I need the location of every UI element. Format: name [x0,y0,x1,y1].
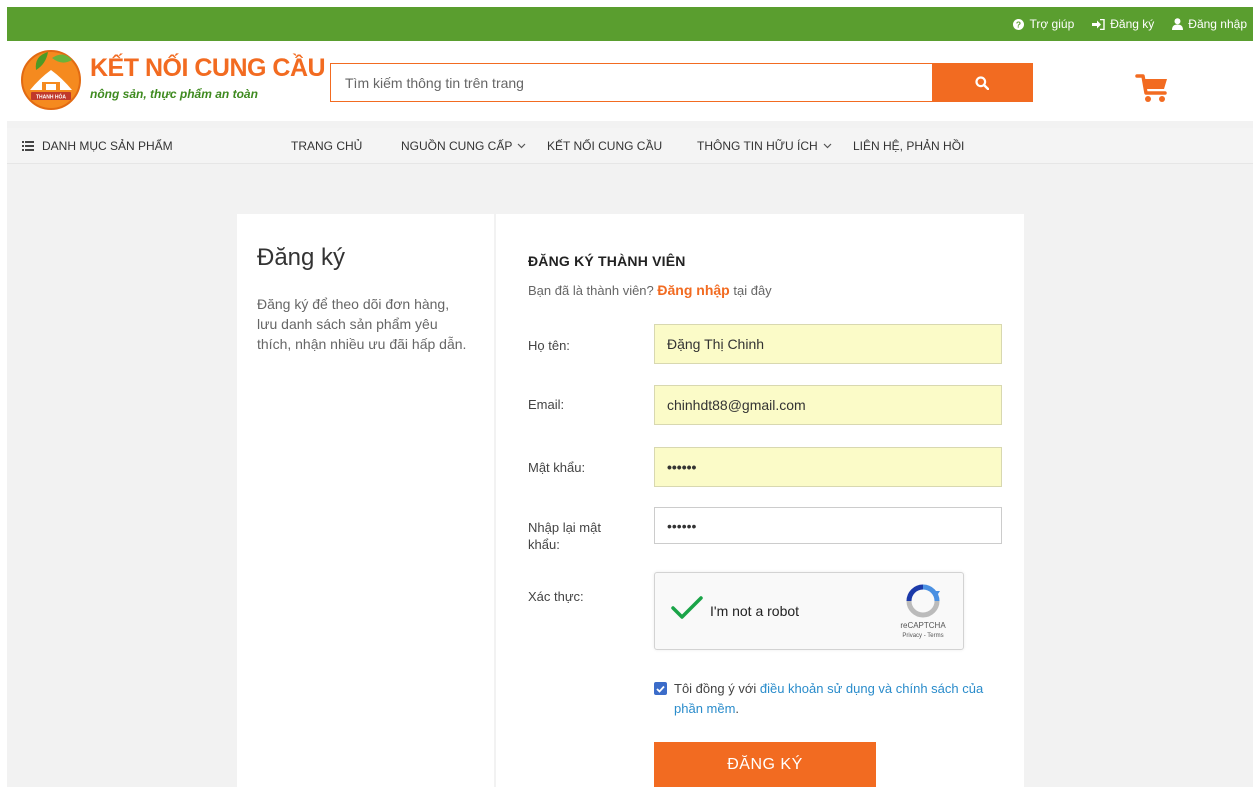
login-link[interactable]: Đăng nhập [1172,17,1247,31]
nav-item-home[interactable]: TRANG CHỦ [291,128,362,164]
recaptcha-logo-icon [906,584,940,618]
top-links: ? Trợ giúp Đăng ký Đăng nhập [1013,7,1247,41]
categories-menu[interactable]: DANH MỤC SẢN PHẨM [22,128,173,164]
check-icon [656,685,665,693]
intro-panel: Đăng ký Đăng ký để theo dõi đơn hàng, lư… [237,214,494,787]
svg-text:?: ? [1016,19,1021,29]
member-prompt: Bạn đã là thành viên? Đăng nhập tại đây [528,282,772,298]
recaptcha-text: I'm not a robot [710,603,800,619]
chevron-down-icon [517,143,526,149]
fullname-label: Họ tên: [528,338,570,353]
register-label: Đăng ký [1110,17,1155,31]
search-input[interactable] [331,64,933,101]
checkmark-icon [671,596,703,619]
search-button[interactable] [932,64,1032,101]
nav-item-label: THÔNG TIN HỮU ÍCH [697,139,818,153]
fullname-field[interactable]: Đặng Thị Chinh [654,324,1002,364]
sign-in-icon [1092,18,1105,30]
member-prompt-suffix: tại đây [733,283,772,298]
nav-item-info[interactable]: THÔNG TIN HỮU ÍCH [697,128,832,164]
main-nav: DANH MỤC SẢN PHẨM TRANG CHỦ NGUỒN CUNG C… [7,128,1253,164]
header: THANH HÓA KẾT NỐI CUNG CẦU nông sản, thự… [7,41,1253,121]
agree-prefix: Tôi đồng ý với [674,681,757,696]
register-submit-button[interactable]: ĐĂNG KÝ [654,742,876,787]
fullname-value: Đặng Thị Chinh [667,336,765,352]
login-here-link[interactable]: Đăng nhập [657,282,729,298]
top-bar: ? Trợ giúp Đăng ký Đăng nhập [7,7,1253,41]
agree-checkbox[interactable] [654,682,667,695]
confirm-password-field[interactable]: •••••• [654,507,1002,544]
verify-label: Xác thực: [528,589,584,604]
form-title: ĐĂNG KÝ THÀNH VIÊN [528,253,686,269]
confirm-password-label: Nhập lại mật khẩu: [528,520,601,552]
nav-item-label: KẾT NỐI CUNG CẦU [547,139,663,153]
password-value: •••••• [667,459,697,475]
logo[interactable]: THANH HÓA KẾT NỐI CUNG CẦU nông sản, thự… [20,46,326,112]
help-icon: ? [1013,18,1025,30]
nav-item-label: LIÊN HỆ, PHẢN HỒI [853,139,965,153]
member-prompt-text: Bạn đã là thành viên? [528,283,654,298]
logo-title: KẾT NỐI CUNG CẦU [90,54,326,82]
nav-item-label: TRANG CHỦ [291,139,363,153]
recaptcha-terms-link[interactable]: Privacy - Terms [891,633,955,639]
recaptcha-checkbox[interactable] [671,595,703,626]
list-icon [22,141,34,151]
agree-suffix: . [735,701,740,716]
page-title: Đăng ký [257,244,346,271]
nav-item-connect[interactable]: KẾT NỐI CUNG CẦU [547,128,662,164]
register-link[interactable]: Đăng ký [1092,17,1154,31]
email-value: chinhdt88@gmail.com [667,397,806,413]
help-label: Trợ giúp [1029,17,1075,31]
help-link[interactable]: ? Trợ giúp [1013,17,1074,31]
nav-item-label: NGUỒN CUNG CẤP [401,139,513,153]
user-icon [1172,18,1184,30]
cart-icon [1135,74,1167,102]
chevron-down-icon [823,143,832,149]
nav-item-contact[interactable]: LIÊN HỆ, PHẢN HỒI [853,128,964,164]
intro-description: Đăng ký để theo dõi đơn hàng, lưu danh s… [257,296,467,352]
password-label: Mật khẩu: [528,460,586,475]
logo-tagline: nông sản, thực phẩm an toàn [90,87,258,101]
recaptcha-widget: I'm not a robot reCAPTCHA Privacy - Term… [654,572,964,650]
nav-item-supply[interactable]: NGUỒN CUNG CẤP [401,128,526,164]
svg-text:THANH HÓA: THANH HÓA [36,93,66,101]
email-field[interactable]: chinhdt88@gmail.com [654,385,1002,425]
search-icon [975,75,989,90]
register-form: ĐĂNG KÝ THÀNH VIÊN Bạn đã là thành viên?… [496,214,1024,787]
agree-text: Tôi đồng ý với điều khoản sử dụng và chí… [674,679,1004,719]
logo-mark-icon: THANH HÓA [21,50,81,110]
search-box [330,63,1033,102]
cart-button[interactable] [1135,73,1171,105]
login-label: Đăng nhập [1188,17,1247,31]
recaptcha-brand: reCAPTCHA [900,621,946,630]
page: ? Trợ giúp Đăng ký Đăng nhập THANH HÓA K… [7,7,1253,787]
email-label: Email: [528,397,565,412]
confirm-password-value: •••••• [667,517,697,534]
password-field[interactable]: •••••• [654,447,1002,487]
categories-label: DANH MỤC SẢN PHẨM [42,139,173,153]
